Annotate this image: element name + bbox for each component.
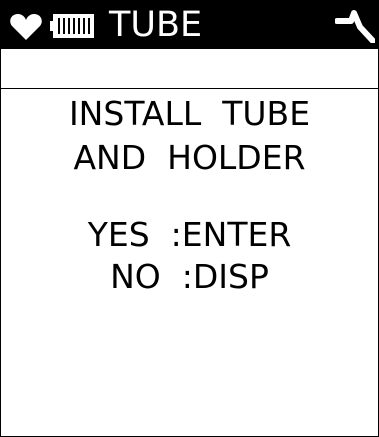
no-option-text: NO :DISP — [110, 257, 269, 296]
instruction-line-2: AND HOLDER — [73, 138, 306, 177]
screen-title: TUBE — [109, 5, 203, 45]
heart-icon — [9, 13, 43, 41]
header-divider — [1, 88, 378, 89]
status-bar: TUBE — [1, 1, 378, 49]
instruction-line-1: INSTALL TUBE — [68, 94, 311, 133]
signal-icon — [334, 9, 376, 44]
battery-icon — [50, 14, 94, 38]
device-screen: TUBE INSTALL TUBE AND HOLDER YES :ENTER … — [0, 0, 379, 437]
yes-option-text: YES :ENTER — [87, 215, 292, 254]
